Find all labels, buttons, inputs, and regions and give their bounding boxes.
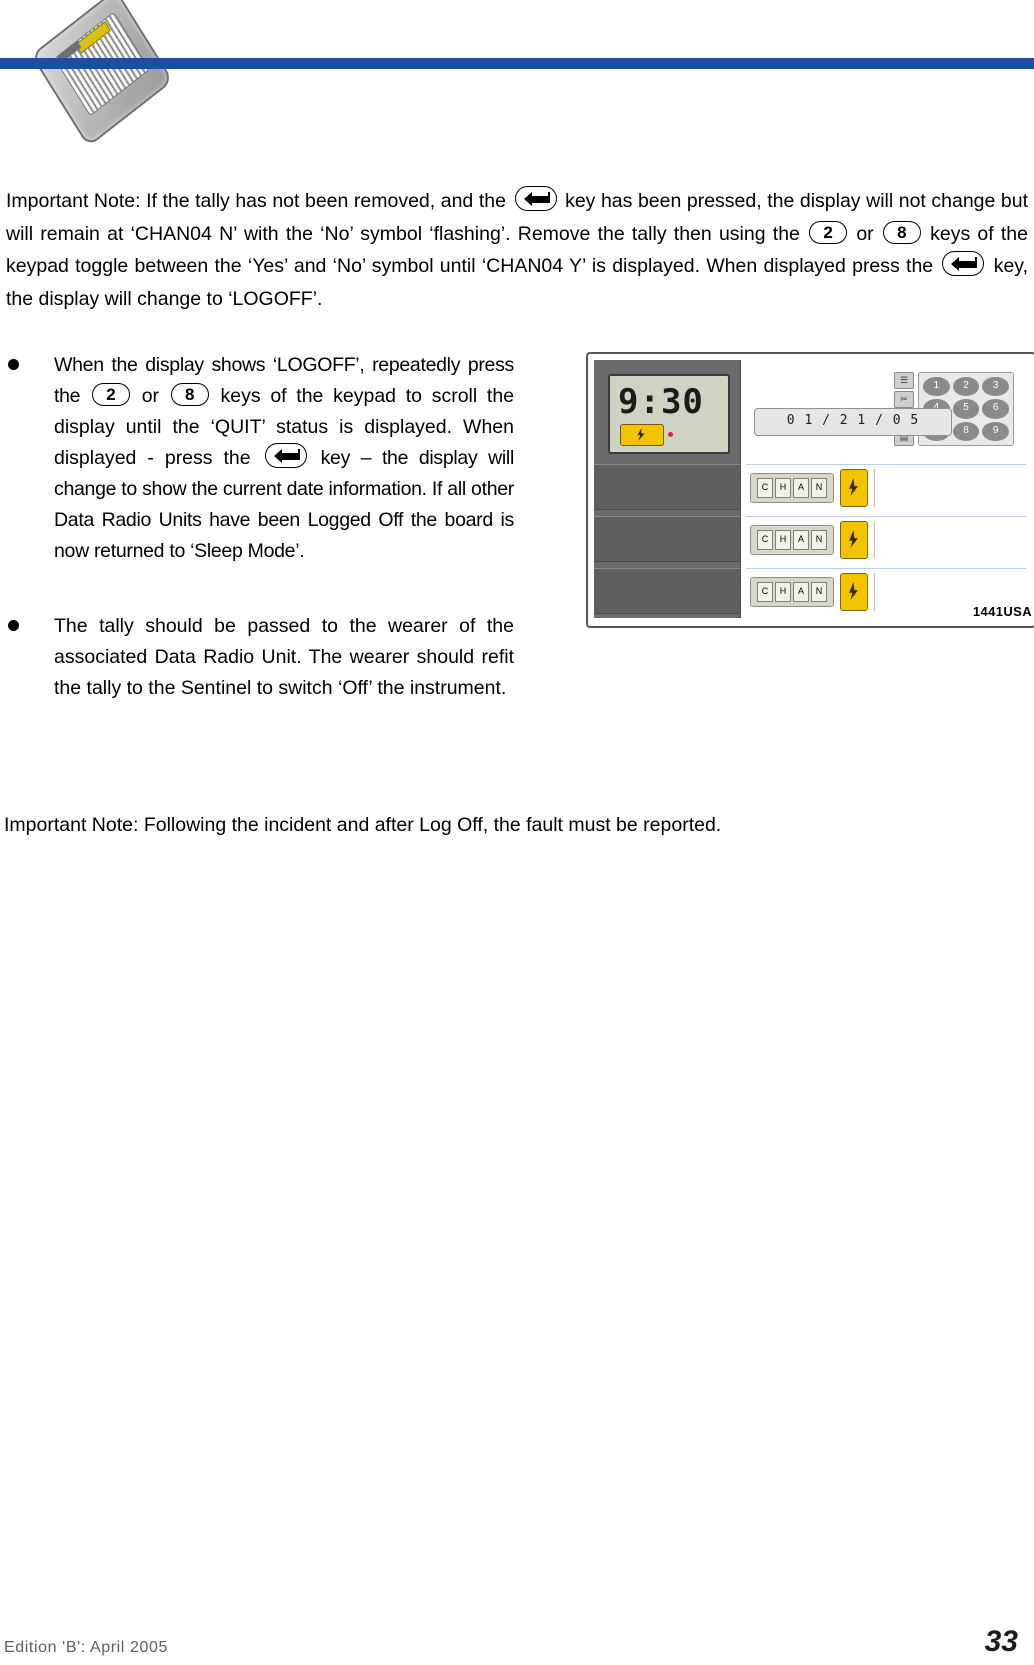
panel-outline: 9:30 ☰ ✂ ☒ ▤ 1 2 3 4 5 6 xyxy=(586,352,1034,628)
function-key-2[interactable]: ✂ xyxy=(894,391,914,408)
keycap-8-icon: 8 xyxy=(882,220,921,244)
tag-char: C xyxy=(757,582,773,602)
list-item: The tally should be passed to the wearer… xyxy=(4,611,514,704)
tag-char: H xyxy=(775,530,791,550)
tag-char: A xyxy=(793,478,809,498)
tag-char: A xyxy=(793,530,809,550)
lcd-time-value: 9:30 xyxy=(618,382,704,422)
enter-key-icon xyxy=(514,186,557,211)
keypad-key-1[interactable]: 1 xyxy=(923,377,950,397)
tag-char: C xyxy=(757,478,773,498)
table-row: CHAN xyxy=(746,516,1026,567)
tally-icon-2 xyxy=(840,521,868,559)
keycap-8-icon: 8 xyxy=(170,383,209,406)
channel-tag-1: CHAN xyxy=(750,473,834,503)
row-divider-2 xyxy=(874,521,875,559)
lcd-display: 9:30 xyxy=(608,374,730,454)
panel-left-column: 9:30 xyxy=(594,360,741,618)
bullet-1-or: or xyxy=(141,385,160,407)
important-note-top: Important Note: If the tally has not bee… xyxy=(0,185,1034,315)
panel-inner: 9:30 ☰ ✂ ☒ ▤ 1 2 3 4 5 6 xyxy=(594,360,1026,618)
footer-edition: Edition 'B': April 2005 xyxy=(4,1639,169,1656)
enter-key-icon-2 xyxy=(942,251,985,276)
panel-band-3 xyxy=(594,568,740,614)
enter-key-icon-3 xyxy=(264,443,307,468)
keycap-2-icon: 2 xyxy=(91,383,130,406)
important-note-bottom: Important Note: Following the incident a… xyxy=(4,814,722,836)
sentinel-instrument-illustration xyxy=(30,0,174,148)
channel-tag-2: CHAN xyxy=(750,525,834,555)
bullet-dot-icon xyxy=(8,359,19,370)
tag-char: H xyxy=(775,582,791,602)
channel-tag-3: CHAN xyxy=(750,577,834,607)
keypad-key-3[interactable]: 3 xyxy=(982,377,1009,397)
panel-band-1 xyxy=(594,464,740,510)
tag-char: A xyxy=(793,582,809,602)
lcd-alarm-badge-icon xyxy=(620,424,664,446)
tally-icon-1 xyxy=(840,469,868,507)
note-top-or: or xyxy=(856,222,874,245)
lcd-indicator-dot-icon xyxy=(668,432,673,437)
bullet-2-part1: The tally should be passed to the wearer… xyxy=(54,615,514,699)
keypad-key-9[interactable]: 9 xyxy=(982,421,1009,441)
panel-band-2 xyxy=(594,516,740,562)
page-number: 33 xyxy=(984,1625,1018,1658)
keypad-key-8[interactable]: 8 xyxy=(952,421,980,441)
tag-char: H xyxy=(775,478,791,498)
keypad-key-5[interactable]: 5 xyxy=(952,399,980,419)
procedure-bullet-list: When the display shows ‘LOGOFF’, repeate… xyxy=(4,350,514,738)
date-readout: 0 1 / 2 1 / 0 5 xyxy=(754,408,952,436)
tally-icon-3 xyxy=(840,573,868,611)
tag-char: N xyxy=(811,582,827,602)
tag-char: N xyxy=(811,478,827,498)
note-top-lead: Important Note: If the tally has not bee… xyxy=(6,190,506,212)
figure-caption: 1441USA xyxy=(972,604,1032,619)
table-row: CHAN xyxy=(746,464,1026,515)
tag-char: N xyxy=(811,530,827,550)
row-divider-3 xyxy=(874,573,875,611)
tag-char: C xyxy=(757,530,773,550)
row-divider-1 xyxy=(874,469,875,507)
figure-control-board: 9:30 ☰ ✂ ☒ ▤ 1 2 3 4 5 6 xyxy=(586,352,1034,632)
header-divider-rule xyxy=(0,58,1034,69)
keypad-key-2[interactable]: 2 xyxy=(952,377,980,397)
keypad-key-6[interactable]: 6 xyxy=(982,399,1009,419)
function-key-1[interactable]: ☰ xyxy=(894,372,914,389)
keycap-2-icon: 2 xyxy=(809,220,848,244)
list-item: When the display shows ‘LOGOFF’, repeate… xyxy=(4,350,514,567)
bullet-dot-icon xyxy=(8,620,19,631)
